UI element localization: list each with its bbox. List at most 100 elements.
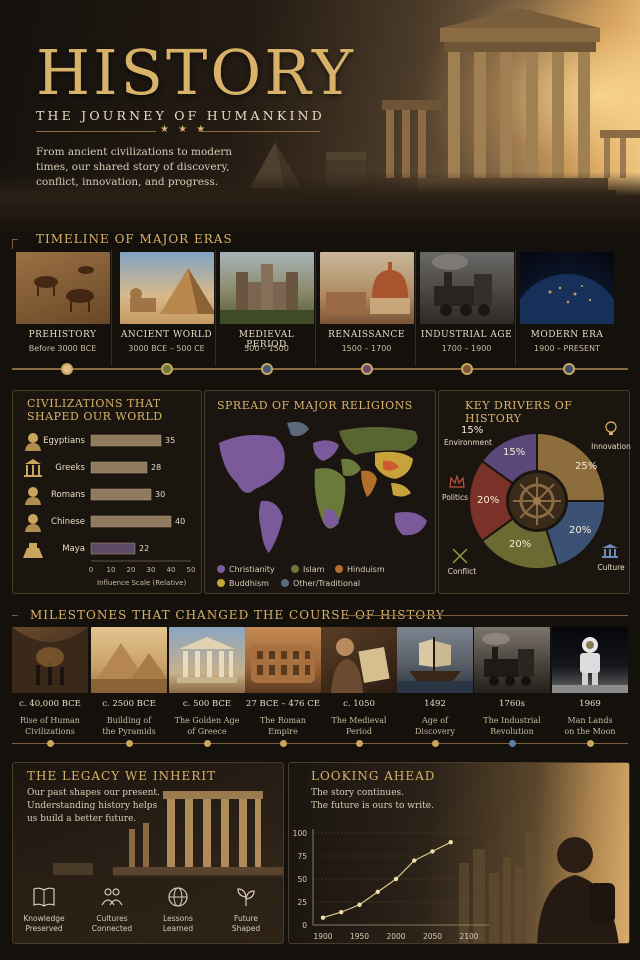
timeline-marker	[61, 363, 73, 375]
ship-wheel-icon	[509, 473, 565, 529]
era-timeline: PREHISTORY Before 3000 BCE ANCIENT WORLD…	[12, 250, 628, 368]
era-industrial-age[interactable]: INDUSTRIAL AGE 1700 – 1900	[418, 250, 516, 366]
milestone-name-line1: Man Lands	[567, 716, 613, 725]
y-tick-label: 25	[297, 898, 307, 907]
trend-line	[322, 841, 452, 919]
legacy-item-line1: Cultures	[96, 914, 128, 923]
milestones-axis	[12, 743, 628, 744]
era-renaissance[interactable]: RENAISSANCE 1500 – 1700	[318, 250, 416, 366]
industrial-train-image	[474, 627, 550, 693]
pyramids-image	[91, 627, 167, 693]
bar-category-label: Maya	[62, 544, 85, 554]
bar-value-label: 35	[165, 436, 175, 445]
sailing-ship-icon	[397, 637, 473, 693]
milestone-moon-landing[interactable]: 1969 Man Lands on the Moon	[552, 627, 628, 742]
hero-banner: HISTORY THE JOURNEY OF HUMANKIND ★ ★ ★ F…	[0, 0, 640, 232]
lightbulb-icon	[605, 421, 617, 435]
legacy-item-line2: Shaped	[231, 924, 261, 933]
page-subtitle: THE JOURNEY OF HUMANKIND	[36, 108, 325, 123]
milestone-name-line2: Discovery	[415, 727, 455, 736]
milestone-name-line2: Period	[345, 727, 373, 736]
infographic-page: HISTORY THE JOURNEY OF HUMANKIND ★ ★ ★ F…	[0, 0, 640, 960]
legend-label: Islam	[303, 565, 325, 574]
legacy-item-lessons: Lessons Learned	[148, 914, 208, 934]
drivers-panel: KEY DRIVERS OF HISTORY 15% Environment I…	[438, 390, 631, 594]
bar-value-label: 22	[139, 544, 149, 553]
castle-image	[220, 252, 314, 324]
x-tick-label: 40	[167, 566, 176, 574]
era-ancient-world[interactable]: ANCIENT WORLD 3000 BCE – 500 CE	[118, 250, 216, 366]
milestone-name-line1: The Roman	[259, 716, 307, 725]
open-book-icon	[33, 887, 55, 907]
milestone-age-of-discovery[interactable]: 1492 Age of Discovery	[397, 627, 473, 742]
y-tick-label: 100	[293, 829, 308, 838]
era-date: 1500 – 1700	[341, 344, 392, 353]
trend-point	[412, 858, 417, 863]
temple-columns-icon	[602, 544, 618, 558]
pyramid-sphinx-image	[120, 252, 214, 324]
pie-politics-value: 20%	[477, 495, 500, 506]
milestone-name-line1: The Industrial	[483, 716, 541, 725]
hero-description: From ancient civilizations to modern tim…	[36, 146, 233, 188]
milestone-date: c. 2500 BCE	[102, 699, 156, 709]
subtitle-divider-right	[200, 131, 320, 132]
milestone-name: The Medieval Period	[321, 715, 397, 737]
trend-point	[430, 849, 435, 854]
milestone-date: c. 40,000 BCE	[19, 699, 81, 709]
legend-item: Hinduism	[335, 565, 385, 574]
colosseum-icon	[251, 645, 315, 683]
globe-icon	[168, 887, 188, 907]
milestone-marker	[432, 740, 439, 747]
milestone-name-line1: The Medieval	[331, 716, 387, 725]
era-prehistory[interactable]: PREHISTORY Before 3000 BCE	[14, 250, 112, 366]
era-date: 500 – 1500	[244, 344, 289, 353]
milestone-medieval-period[interactable]: c. 1050 The Medieval Period	[321, 627, 397, 742]
greek-temple-icon	[177, 637, 237, 683]
legacy-item-cultures: Cultures Connected	[82, 914, 142, 934]
era-modern-era[interactable]: MODERN ERA 1900 – PRESENT	[518, 250, 616, 366]
legend-swatch	[291, 565, 299, 573]
pyramid-icon	[130, 268, 214, 314]
bar-value-label: 30	[155, 490, 165, 499]
train-icon	[482, 633, 534, 686]
legend-item: Islam	[291, 565, 324, 574]
milestone-roman-empire[interactable]: 27 BCE – 476 CE The Roman Empire	[245, 627, 321, 742]
civilizations-panel: CIVILIZATIONS THAT SHAPED OUR WORLD Egyp…	[12, 390, 202, 594]
era-date: 1700 – 1900	[441, 344, 492, 353]
timeline-heading: TIMELINE OF MAJOR ERAS	[36, 232, 233, 246]
era-name: MODERN ERA	[530, 330, 604, 340]
castle-icon	[220, 264, 314, 324]
politics-label: Politics	[441, 493, 469, 502]
bar-category-label: Chinese	[51, 517, 85, 527]
milestone-golden-age-greece[interactable]: c. 500 BCE The Golden Age of Greece	[169, 627, 245, 742]
page-title: HISTORY	[36, 36, 356, 109]
milestone-marker	[587, 740, 594, 747]
bar-category-label: Egyptians	[43, 436, 85, 446]
cave-people-icon	[12, 627, 88, 693]
milestone-marker	[280, 740, 287, 747]
timeline-marker	[261, 363, 273, 375]
bar-category-label: Greeks	[55, 463, 85, 473]
cave-painting-icon	[34, 266, 94, 312]
stars-ornament: ★ ★ ★	[160, 124, 209, 135]
milestone-pyramids[interactable]: c. 2500 BCE Building of the Pyramids	[91, 627, 167, 742]
culture-label: Culture	[597, 563, 625, 572]
bar-category-label: Romans	[51, 490, 86, 500]
greek-temple-image	[169, 627, 245, 693]
milestone-name: Building of the Pyramids	[91, 715, 167, 737]
religions-title: SPREAD OF MAJOR RELIGIONS	[217, 399, 413, 412]
x-tick-label: 1950	[350, 932, 369, 941]
era-medieval-period[interactable]: MEDIEVAL PERIOD 500 – 1500	[218, 250, 316, 366]
bar-value-label: 40	[175, 517, 185, 526]
legend-swatch	[335, 565, 343, 573]
civilization-icon	[25, 433, 41, 451]
civilization-bar	[90, 515, 172, 528]
legacy-item-knowledge: Knowledge Preserved	[14, 914, 74, 934]
milestone-marker	[356, 740, 363, 747]
dome-icon	[326, 262, 410, 314]
milestone-industrial-revolution[interactable]: 1760s The Industrial Revolution	[474, 627, 550, 742]
milestone-marker	[126, 740, 133, 747]
milestone-rise-of-civilizations[interactable]: c. 40,000 BCE Rise of Human Civilization…	[12, 627, 88, 742]
pie-culture-value: 20%	[569, 525, 592, 536]
legacy-item-line2: Connected	[91, 924, 133, 933]
